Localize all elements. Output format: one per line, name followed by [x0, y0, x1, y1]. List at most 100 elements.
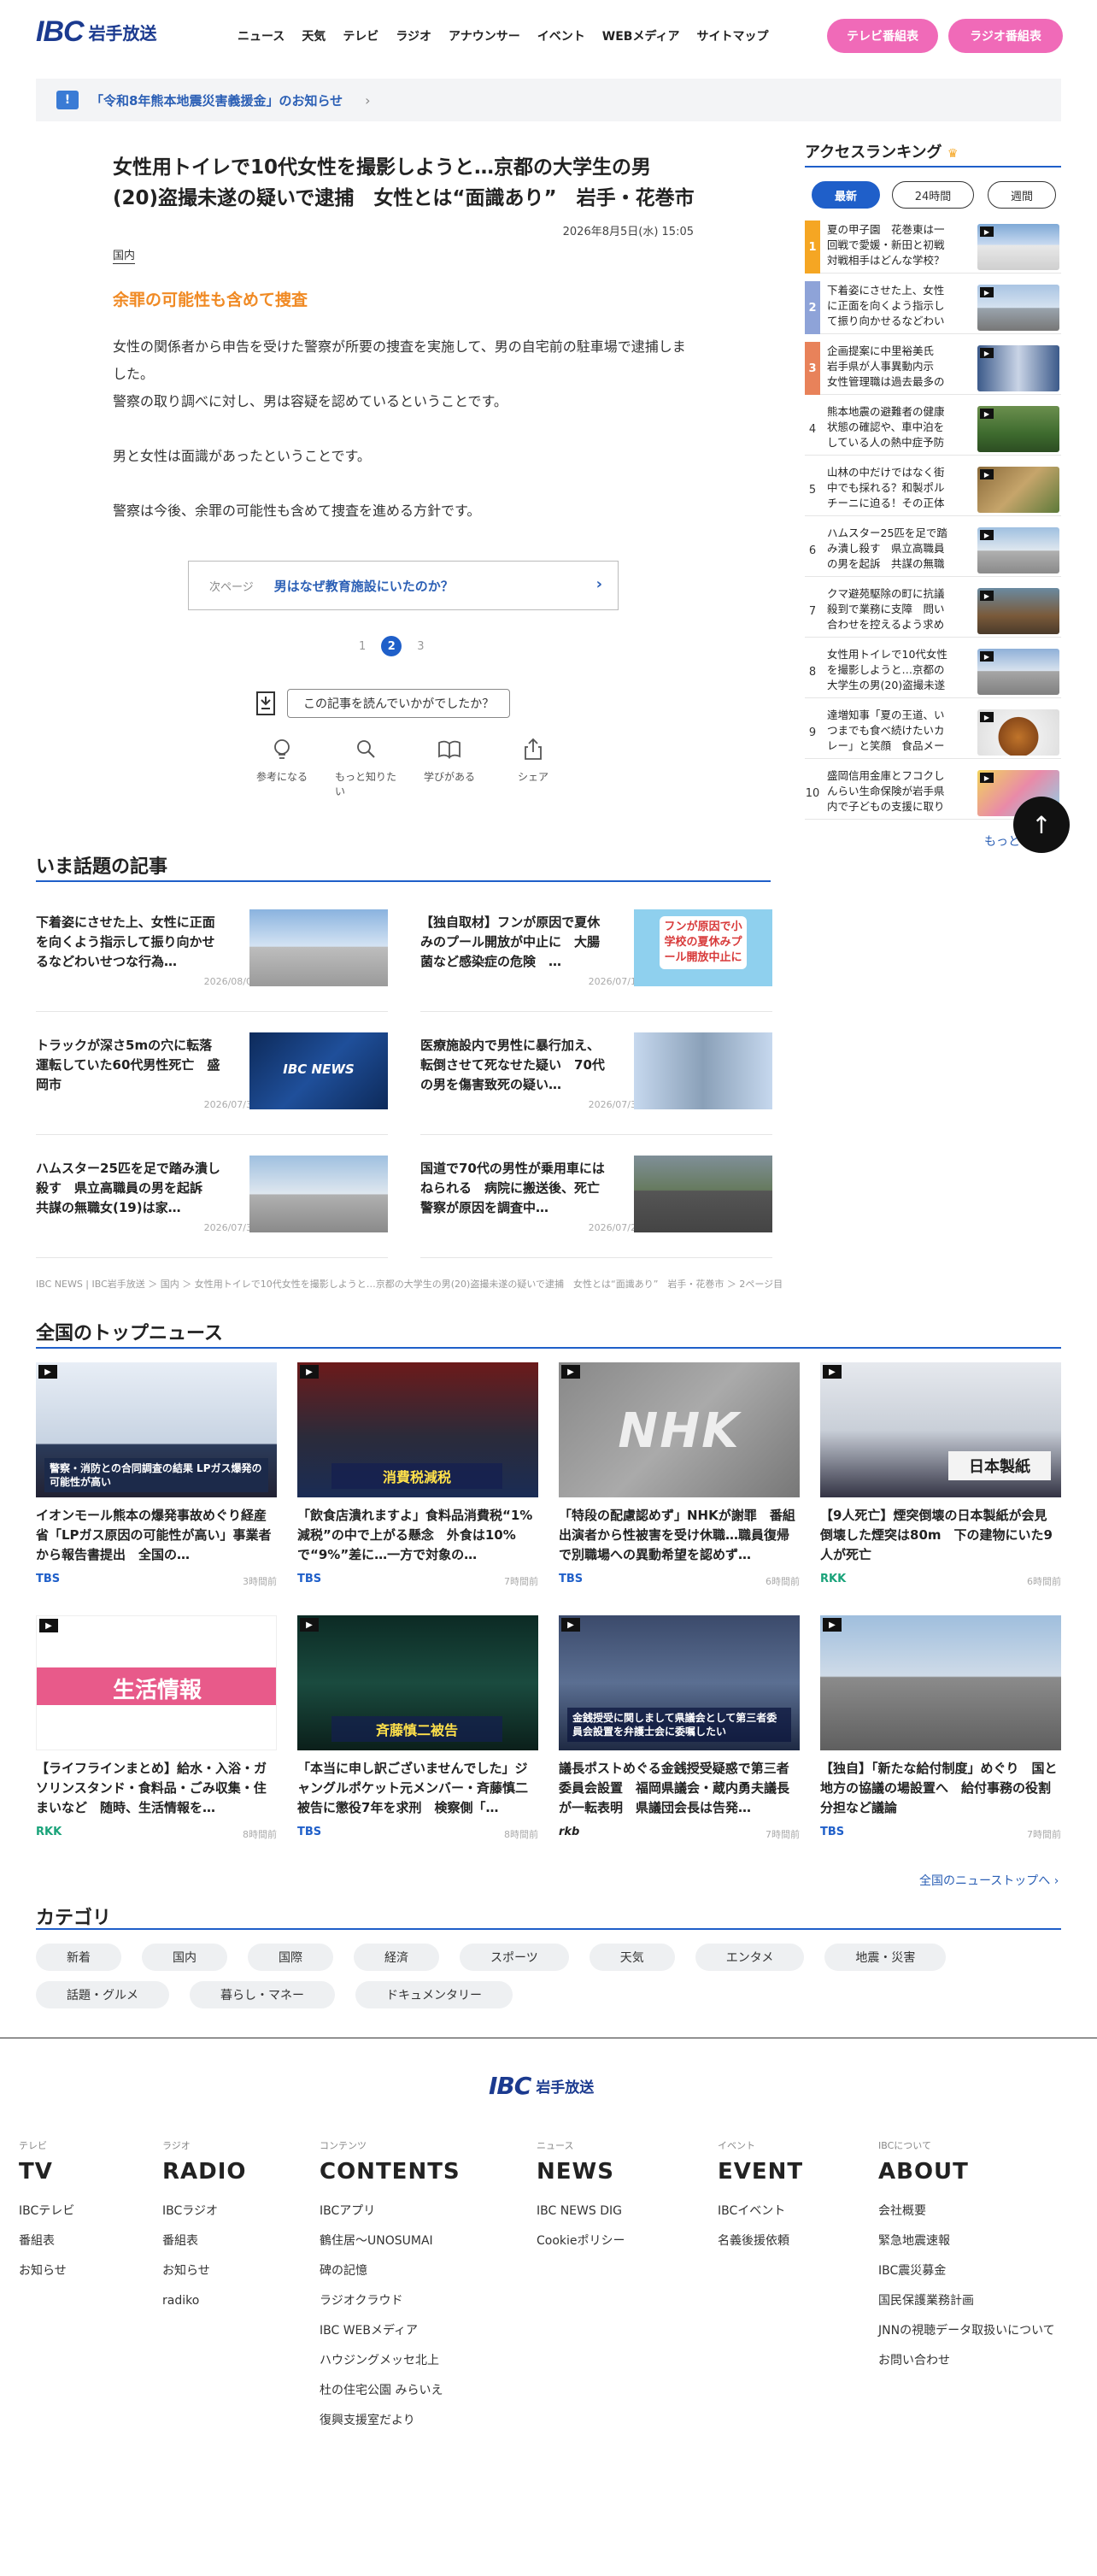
ranking-item[interactable]: 4 熊本地震の避難者の健康状態の確認や、車中泊をしている人の熱中症予防などにあたる… — [805, 403, 1061, 456]
footer-link[interactable]: 国民保護業務計画 — [878, 2286, 1055, 2316]
national-news-item[interactable]: ▶ 金銭授受に関しまして県議会として第三者委員会設置を弁護士会に委嘱したい 議長ポス… — [559, 1615, 800, 1846]
tv-schedule-button[interactable]: テレビ番組表 — [827, 19, 938, 53]
article-category[interactable]: 国内 — [113, 246, 136, 264]
nav-announcer[interactable]: アナウンサー — [449, 27, 520, 44]
nav-radio[interactable]: ラジオ — [396, 27, 431, 44]
footer-link[interactable]: IBCアプリ — [320, 2197, 461, 2226]
nav-event[interactable]: イベント — [537, 27, 585, 44]
ranking-item[interactable]: 1夏の甲子園 花巻東は一回戦で愛媛・新田と初戦 対戦相手はどんな学校？ 岩手 ▶ — [805, 221, 1061, 273]
share-button[interactable]: シェア — [502, 737, 564, 798]
ranking-tab-latest[interactable]: 最新 — [812, 181, 880, 209]
footer-link[interactable]: Cookieポリシー — [537, 2226, 625, 2256]
category-chip[interactable]: 天気 — [589, 1944, 675, 1971]
national-news-item[interactable]: ▶ NHK 「特段の配慮認めず」NHKが謝罪 番組出演者から性被害を受け休職…職員復… — [559, 1362, 800, 1593]
hot-topic-date: 2026/07/30 — [203, 1222, 258, 1233]
national-news-item[interactable]: ▶ 消費税減税 「飲食店潰れますよ」食料品消費税“1%減税”の中で上がる懸念 外食は… — [297, 1362, 538, 1593]
hot-topic-item[interactable]: トラックが深さ5mの穴に転落 運転していた60代男性死亡 盛岡市 2026/07/… — [36, 1032, 388, 1135]
notice-banner[interactable]: ! 「令和8年熊本地震災害義援金」のお知らせ › — [36, 79, 1061, 121]
back-to-top-button[interactable]: ↑ — [1013, 797, 1070, 853]
nav-news[interactable]: ニュース — [238, 27, 285, 44]
footer-link[interactable]: お問い合わせ — [878, 2346, 1055, 2376]
footer-link[interactable]: お知らせ — [162, 2256, 247, 2286]
reaction-more-button[interactable]: もっと知りたい — [335, 737, 396, 798]
next-page-link[interactable]: 次ページ 男はなぜ教育施設にいたのか？ › — [188, 561, 619, 610]
footer-link[interactable]: 鶴住居〜UNOSUMAI — [320, 2226, 461, 2256]
footer-link[interactable]: IBCラジオ — [162, 2197, 247, 2226]
footer-link[interactable]: JNNの視聴データ取扱いについて — [878, 2316, 1055, 2346]
footer-link[interactable]: 復興支援室だより — [320, 2406, 461, 2436]
footer-link[interactable]: IBCテレビ — [19, 2197, 74, 2226]
footer-link[interactable]: IBC WEBメディア — [320, 2316, 461, 2346]
hot-topic-item[interactable]: 国道で70代の男性が乗用車にはねられる 病院に搬送後、死亡 警察が原因を調査中…… — [420, 1156, 772, 1258]
nav-sitemap[interactable]: サイトマップ — [696, 27, 768, 44]
national-news-more-link[interactable]: 全国のニューストップへ › — [919, 1872, 1059, 1889]
category-chip[interactable]: 地震・災害 — [824, 1944, 947, 1971]
page-3[interactable]: 3 — [417, 640, 424, 653]
category-chip[interactable]: ドキュメンタリー — [355, 1981, 513, 2008]
breadcrumb[interactable]: IBC NEWS | IBC岩手放送 ＞ 国内 ＞ 女性用トイレで10代女性を撮… — [36, 1277, 783, 1291]
national-news-title: イオンモール熊本の爆発事故めぐり経産省「LPガス原因の可能性が高い」事業者から報… — [36, 1508, 272, 1562]
ranking-number: 4 — [808, 422, 817, 436]
footer-link[interactable]: 名義後援依頼 — [718, 2226, 803, 2256]
footer-link[interactable]: ラジオクラウド — [320, 2286, 461, 2316]
category-chip[interactable]: 新着 — [36, 1944, 121, 1971]
reaction-helpful-button[interactable]: 参考になる — [251, 737, 313, 798]
notice-text: 「令和8年熊本地震災害義援金」のお知らせ — [91, 92, 343, 109]
footer-link[interactable]: ハウジングメッセ北上 — [320, 2346, 461, 2376]
ranking-tab-weekly[interactable]: 週間 — [988, 181, 1056, 209]
nav-tv[interactable]: テレビ — [343, 27, 378, 44]
national-news-item[interactable]: ▶ 警察・消防との合同調査の結果 LPガス爆発の可能性が高い イオンモール熊本の爆発… — [36, 1362, 277, 1593]
ranking-number: 1 — [805, 221, 820, 273]
hot-topic-item[interactable]: 下着姿にさせた上、女性に正面を向くよう指示して振り向かせるなどわいせつな行為… 2… — [36, 909, 388, 1012]
hot-topic-item[interactable]: 医療施設内で男性に暴行加え、転倒させて死なせた疑い 70代の男を傷害致死の疑い…… — [420, 1032, 772, 1135]
ranking-item[interactable]: 9 達増知事「夏の王道、いつまでも食べ続けたいカレー」と笑顔 食品メーカーとJAが… — [805, 706, 1061, 759]
footer-link[interactable]: 番組表 — [162, 2226, 247, 2256]
footer-link[interactable]: IBC震災募金 — [878, 2256, 1055, 2286]
reaction-learn-button[interactable]: 学びがある — [419, 737, 480, 798]
footer-link[interactable]: IBC NEWS DIG — [537, 2197, 625, 2226]
hot-topic-thumbnail — [634, 1032, 772, 1109]
thumbnail-caption: NHK — [618, 1403, 741, 1459]
play-icon: ▶ — [980, 591, 994, 601]
footer-link[interactable]: radiko — [162, 2286, 247, 2316]
page-1[interactable]: 1 — [359, 640, 366, 653]
footer-link[interactable]: 杜の住宅公園 みらいえ — [320, 2376, 461, 2406]
radio-schedule-button[interactable]: ラジオ番組表 — [948, 19, 1063, 53]
ranking-item[interactable]: 3企画提案に中里裕美氏 岩手県が人事異動内示 女性管理職は過去最多の79人【企画… — [805, 342, 1061, 395]
footer-column-title: RADIO — [162, 2159, 247, 2185]
national-news-thumbnail: ▶ NHK — [559, 1362, 800, 1497]
ranking-item[interactable]: 2下着姿にさせた上、女性に正面を向くよう指示して振り向かせるなどわいせつな行為を… — [805, 281, 1061, 334]
hot-topic-item[interactable]: ハムスター25匹を足で踏み潰し殺す 県立高職員の男を起訴 共謀の無職女(19)は… — [36, 1156, 388, 1258]
footer-logo[interactable]: IBC 岩手放送 — [489, 2072, 594, 2100]
site-logo[interactable]: IBC 岩手放送 — [36, 15, 157, 49]
hot-topic-item[interactable]: 【独自取材】フンが原因で夏休みのプール開放が中止に 大腸菌など感染症の危険 … 2… — [420, 909, 772, 1012]
footer-link[interactable]: お知らせ — [19, 2256, 74, 2286]
category-chip[interactable]: スポーツ — [460, 1944, 569, 1971]
footer-link[interactable]: 会社概要 — [878, 2197, 1055, 2226]
category-chip[interactable]: 暮らし・マネー — [190, 1981, 335, 2008]
national-news-title: 【9人死亡】煙突倒壊の日本製紙が会見 倒壊した煙突は80m 下の建物にいた9人が… — [820, 1508, 1060, 1562]
ranking-item[interactable]: 8 女性用トイレで10代女性を撮影しようと…京都の大学生の男(20)盗撮未遂の疑い… — [805, 645, 1061, 698]
footer-link[interactable]: 碑の記憶 — [320, 2256, 461, 2286]
play-icon: ▶ — [561, 1618, 580, 1632]
category-chip[interactable]: 国内 — [142, 1944, 227, 1971]
ranking-item[interactable]: 7 クマ避苑駆除の町に抗議殺到で業務に支障 問い合わせを控えるよう求める 岩手・零… — [805, 585, 1061, 638]
national-news-item[interactable]: ▶ 生活情報 【ライフラインまとめ】給水・入浴・ガソリンスタンド・食料品・ごみ収集・… — [36, 1615, 277, 1846]
article-paragraph: 警察の取り調べに対し、男は容疑を認めているということです。 — [113, 393, 507, 409]
category-chip[interactable]: 経済 — [354, 1944, 439, 1971]
ranking-item[interactable]: 6 ハムスター25匹を足で踏み潰し殺す 県立高職員の男を起訴 共謀の無職女(19)… — [805, 524, 1061, 577]
national-news-item[interactable]: ▶ 【独自】「新たな給付制度」めぐり 国と地方の協議の場設置へ 給付事務の役割分担… — [820, 1615, 1061, 1846]
footer-link[interactable]: 緊急地震速報 — [878, 2226, 1055, 2256]
national-news-item[interactable]: ▶ 斉藤慎二被告 「本当に申し訳ございませんでした」ジャングルポケット元メンバー・斉… — [297, 1615, 538, 1846]
footer-link[interactable]: IBCイベント — [718, 2197, 803, 2226]
nav-web-media[interactable]: WEBメディア — [602, 27, 680, 44]
ranking-item[interactable]: 5 山林の中だけではなく街中でも採れる？和製ポルチーニに迫る！その正体は？ 岩手・… — [805, 463, 1061, 516]
nav-weather[interactable]: 天気 — [302, 27, 326, 44]
ranking-tab-24h[interactable]: 24時間 — [892, 181, 974, 209]
category-chip[interactable]: エンタメ — [695, 1944, 805, 1971]
category-chip[interactable]: 話題・グルメ — [36, 1981, 169, 2008]
category-chip[interactable]: 国際 — [248, 1944, 333, 1971]
national-news-item[interactable]: ▶ 日本製紙 【9人死亡】煙突倒壊の日本製紙が会見 倒壊した煙突は80m 下の建物に… — [820, 1362, 1061, 1593]
footer-link[interactable]: 番組表 — [19, 2226, 74, 2256]
hot-topic-date: 2026/08/03 — [203, 976, 258, 987]
